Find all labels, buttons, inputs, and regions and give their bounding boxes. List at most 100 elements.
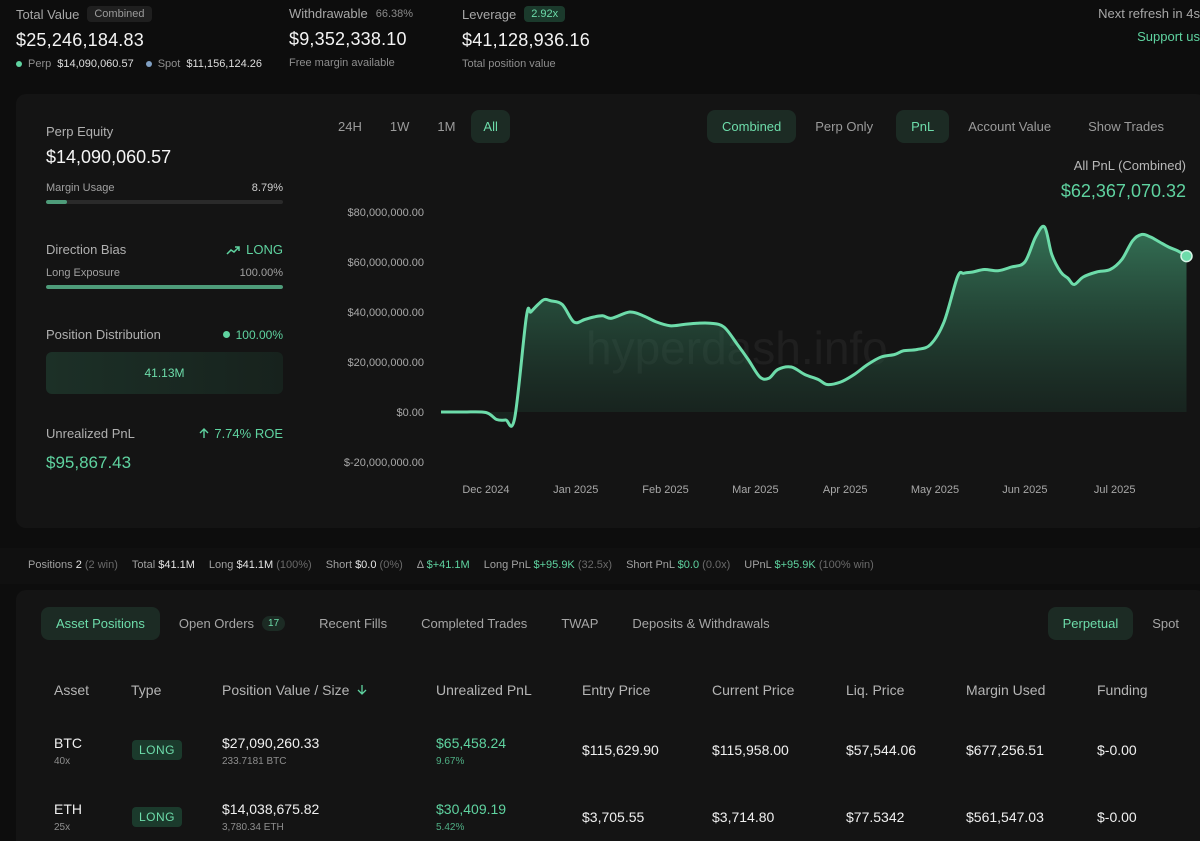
position-value: $27,090,260.33 [222, 735, 320, 751]
row-unrealized-pnl-pct: 9.67% [436, 756, 465, 767]
position-value: $14,038,675.82 [222, 801, 320, 817]
tab-open-orders-label: Open Orders [178, 616, 255, 631]
row-unrealized-pnl-pct: 5.42% [436, 822, 465, 833]
distribution-box[interactable]: 41.13M [46, 352, 283, 394]
timeframe-selector: 24H 1W 1M All [326, 110, 510, 143]
positions-count: 2 [75, 559, 82, 571]
combined-pill: Combined [87, 6, 152, 22]
direction-bias-value: LONG [246, 242, 283, 257]
long-pnl-label: Long PnL [483, 559, 531, 571]
margin-usage-label: Margin Usage [46, 182, 115, 194]
long-value: $41.1M [236, 559, 274, 571]
y-tick-label: $40,000,000.00 [348, 307, 424, 319]
leverage-pill: 2.92x [524, 6, 566, 22]
position-distribution-value: 100.00% [235, 327, 283, 342]
tab-spot[interactable]: Spot [1137, 607, 1194, 640]
liq-price: $57,544.06 [846, 742, 917, 758]
pnl-area-chart[interactable]: hyperdash.info $80,000,000.00$60,000,000… [326, 154, 1200, 504]
direction-bias-label: Direction Bias [46, 242, 127, 257]
row-unrealized-pnl: $30,409.19 [436, 801, 507, 817]
tab-recent-fills[interactable]: Recent Fills [304, 607, 402, 640]
short-label: Short [325, 559, 352, 571]
spot-dot-icon [145, 61, 152, 67]
liq-price: $77.5342 [846, 809, 905, 825]
short-note: (0%) [379, 559, 403, 571]
y-tick-label: $0.00 [396, 407, 424, 419]
y-tick-label: $20,000,000.00 [348, 357, 424, 369]
header-liq-price[interactable]: Liq. Price [846, 682, 904, 698]
tab-asset-positions[interactable]: Asset Positions [41, 607, 160, 640]
position-distribution-label: Position Distribution [46, 327, 161, 342]
header-current-price[interactable]: Current Price [712, 682, 794, 698]
account-side-panel: Perp Equity $14,090,060.57 Margin Usage … [46, 124, 283, 473]
margin-usage-fill [46, 200, 67, 204]
asset-cell: BTC 40x [54, 735, 82, 767]
header-margin-used[interactable]: Margin Used [966, 682, 1045, 698]
leverage-label: Leverage [462, 6, 517, 22]
positions-label: Positions [28, 559, 73, 571]
combined-button[interactable]: Combined [707, 110, 797, 143]
long-exposure-bar [46, 285, 283, 289]
y-tick-label: $-20,000,000.00 [344, 457, 424, 469]
header-asset[interactable]: Asset [54, 682, 89, 698]
chart-mode-selector: Combined Perp Only PnL Account Value Sho… [707, 110, 1176, 143]
perp-label: Perp [28, 58, 52, 70]
market-type-tabs: Perpetual Spot [1047, 607, 1194, 640]
unrealized-pnl-label: Unrealized PnL [46, 426, 135, 441]
perp-value: $14,090,060.57 [57, 58, 134, 70]
long-exposure-fill [46, 285, 283, 289]
timeframe-1m-button[interactable]: 1M [425, 110, 467, 143]
tab-deposits-withdrawals[interactable]: Deposits & Withdrawals [617, 607, 784, 640]
show-trades-button[interactable]: Show Trades [1076, 110, 1176, 143]
positions-table-panel: Asset Positions Open Orders 17 Recent Fi… [16, 590, 1200, 841]
tab-twap[interactable]: TWAP [546, 607, 613, 640]
tab-perpetual[interactable]: Perpetual [1047, 607, 1134, 640]
delta-label: Δ [416, 559, 424, 571]
withdrawable-pct: 66.38% [375, 7, 414, 20]
header-unrealized-pnl[interactable]: Unrealized PnL [436, 682, 532, 698]
header-entry-price[interactable]: Entry Price [582, 682, 650, 698]
arrow-up-icon [199, 428, 209, 438]
tab-open-orders[interactable]: Open Orders 17 [164, 607, 300, 640]
asset-leverage: 40x [54, 756, 71, 767]
current-price: $3,714.80 [712, 809, 775, 825]
timeframe-all-button[interactable]: All [471, 110, 510, 143]
x-tick-label: Apr 2025 [823, 484, 868, 496]
upnl-label: UPnL [744, 559, 772, 571]
asset-cell: ETH 25x [54, 801, 82, 833]
asset-name: ETH [54, 801, 82, 817]
header-funding[interactable]: Funding [1097, 682, 1148, 698]
upnl-note: (100% win) [818, 559, 874, 571]
perp-equity-label: Perp Equity [46, 124, 114, 139]
long-exposure-value: 100.00% [239, 267, 283, 279]
header-position-value[interactable]: Position Value / Size [222, 682, 367, 698]
margin-used: $561,547.03 [966, 809, 1044, 825]
pnl-last-point[interactable] [1180, 249, 1193, 263]
long-note: (100%) [276, 559, 312, 571]
positions-note: (2 win) [84, 559, 118, 571]
x-tick-label: Jul 2025 [1094, 484, 1136, 496]
support-link[interactable]: Support us [1098, 29, 1200, 44]
pnl-button[interactable]: PnL [896, 110, 950, 143]
withdrawable-stat: Withdrawable 66.38% $9,352,338.10 Free m… [289, 6, 413, 69]
asset-leverage: 25x [54, 822, 71, 833]
margin-usage-bar [46, 200, 283, 204]
leverage-sub: Total position value [462, 58, 556, 70]
positions-tabs: Asset Positions Open Orders 17 Recent Fi… [41, 607, 785, 640]
distribution-dot-icon [222, 331, 230, 338]
position-size: 3,780.34 ETH [222, 822, 284, 833]
positions-summary-strip: Positions 2 (2 win) Total $41.1M Long $4… [0, 548, 1200, 584]
total-value-stat: Total Value Combined $25,246,184.83 Perp… [16, 6, 262, 70]
account-value-button[interactable]: Account Value [953, 110, 1066, 143]
header-type[interactable]: Type [131, 682, 161, 698]
total-label: Total [131, 559, 156, 571]
timeframe-1w-button[interactable]: 1W [378, 110, 422, 143]
total-value-label: Total Value [16, 6, 80, 22]
row-unrealized-pnl: $65,458.24 [436, 735, 507, 751]
refresh-timer: Next refresh in 4s [1098, 6, 1200, 21]
timeframe-24h-button[interactable]: 24H [326, 110, 374, 143]
perp-only-button[interactable]: Perp Only [800, 110, 888, 143]
x-tick-label: Jan 2025 [553, 484, 598, 496]
delta-value: $+41.1M [426, 559, 470, 571]
tab-completed-trades[interactable]: Completed Trades [406, 607, 542, 640]
